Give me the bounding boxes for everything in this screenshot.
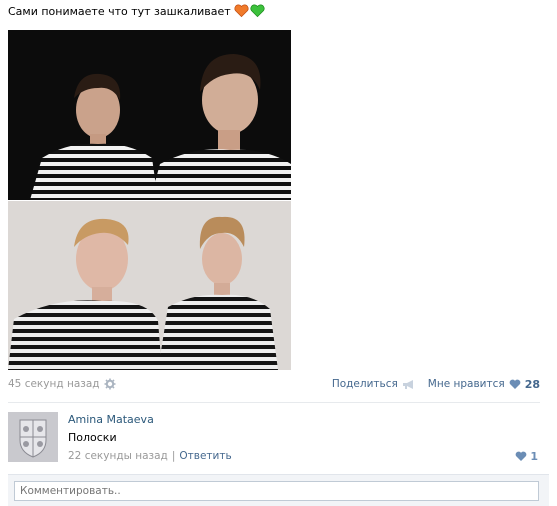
share-label: Поделиться	[331, 378, 398, 390]
comment-author[interactable]: Amina Mataeva	[68, 413, 154, 426]
emoji-group	[234, 4, 265, 18]
comment-meta-separator: |	[171, 450, 176, 462]
post-meta-bar: 45 секунд назад Поделиться Мне нравится	[8, 376, 540, 392]
megaphone-icon	[402, 379, 413, 389]
reply-link[interactable]: Ответить	[179, 450, 231, 462]
like-button[interactable]: Мне нравится 28	[428, 378, 540, 391]
comment-like-button[interactable]: 1	[515, 450, 538, 463]
divider	[8, 402, 540, 403]
gear-icon[interactable]	[104, 378, 116, 390]
crest-icon	[8, 412, 58, 462]
post-text: Сами понимаете что тут зашкаливает	[8, 4, 231, 18]
comment-meta: 22 секунды назад | Ответить	[68, 450, 232, 462]
comment-input[interactable]	[14, 481, 539, 501]
comment-text: Полоски	[68, 431, 117, 444]
like-count: 28	[524, 377, 540, 391]
green-heart-icon	[250, 4, 265, 18]
post-actions: Поделиться Мне нравится 28	[332, 378, 540, 391]
heart-icon	[509, 379, 521, 389]
heart-icon	[515, 451, 527, 461]
photo-bottom[interactable]	[8, 201, 291, 370]
post-time: 45 секунд назад	[8, 378, 116, 390]
avatar[interactable]	[8, 412, 58, 462]
comment-like-count: 1	[530, 450, 538, 463]
like-label: Мне нравится	[427, 378, 505, 390]
comment-box	[8, 474, 549, 506]
comment-time[interactable]: 22 секунды назад	[68, 450, 168, 462]
photo-collage[interactable]	[8, 30, 291, 370]
post-time-text[interactable]: 45 секунд назад	[8, 378, 100, 390]
photo-top[interactable]	[8, 30, 291, 200]
orange-heart-icon	[234, 4, 249, 18]
comment-item: Amina Mataeva Полоски 22 секунды назад |…	[8, 410, 540, 466]
post-text-row: Сами понимаете что тут зашкаливает	[8, 4, 265, 18]
share-button[interactable]: Поделиться	[332, 378, 416, 390]
